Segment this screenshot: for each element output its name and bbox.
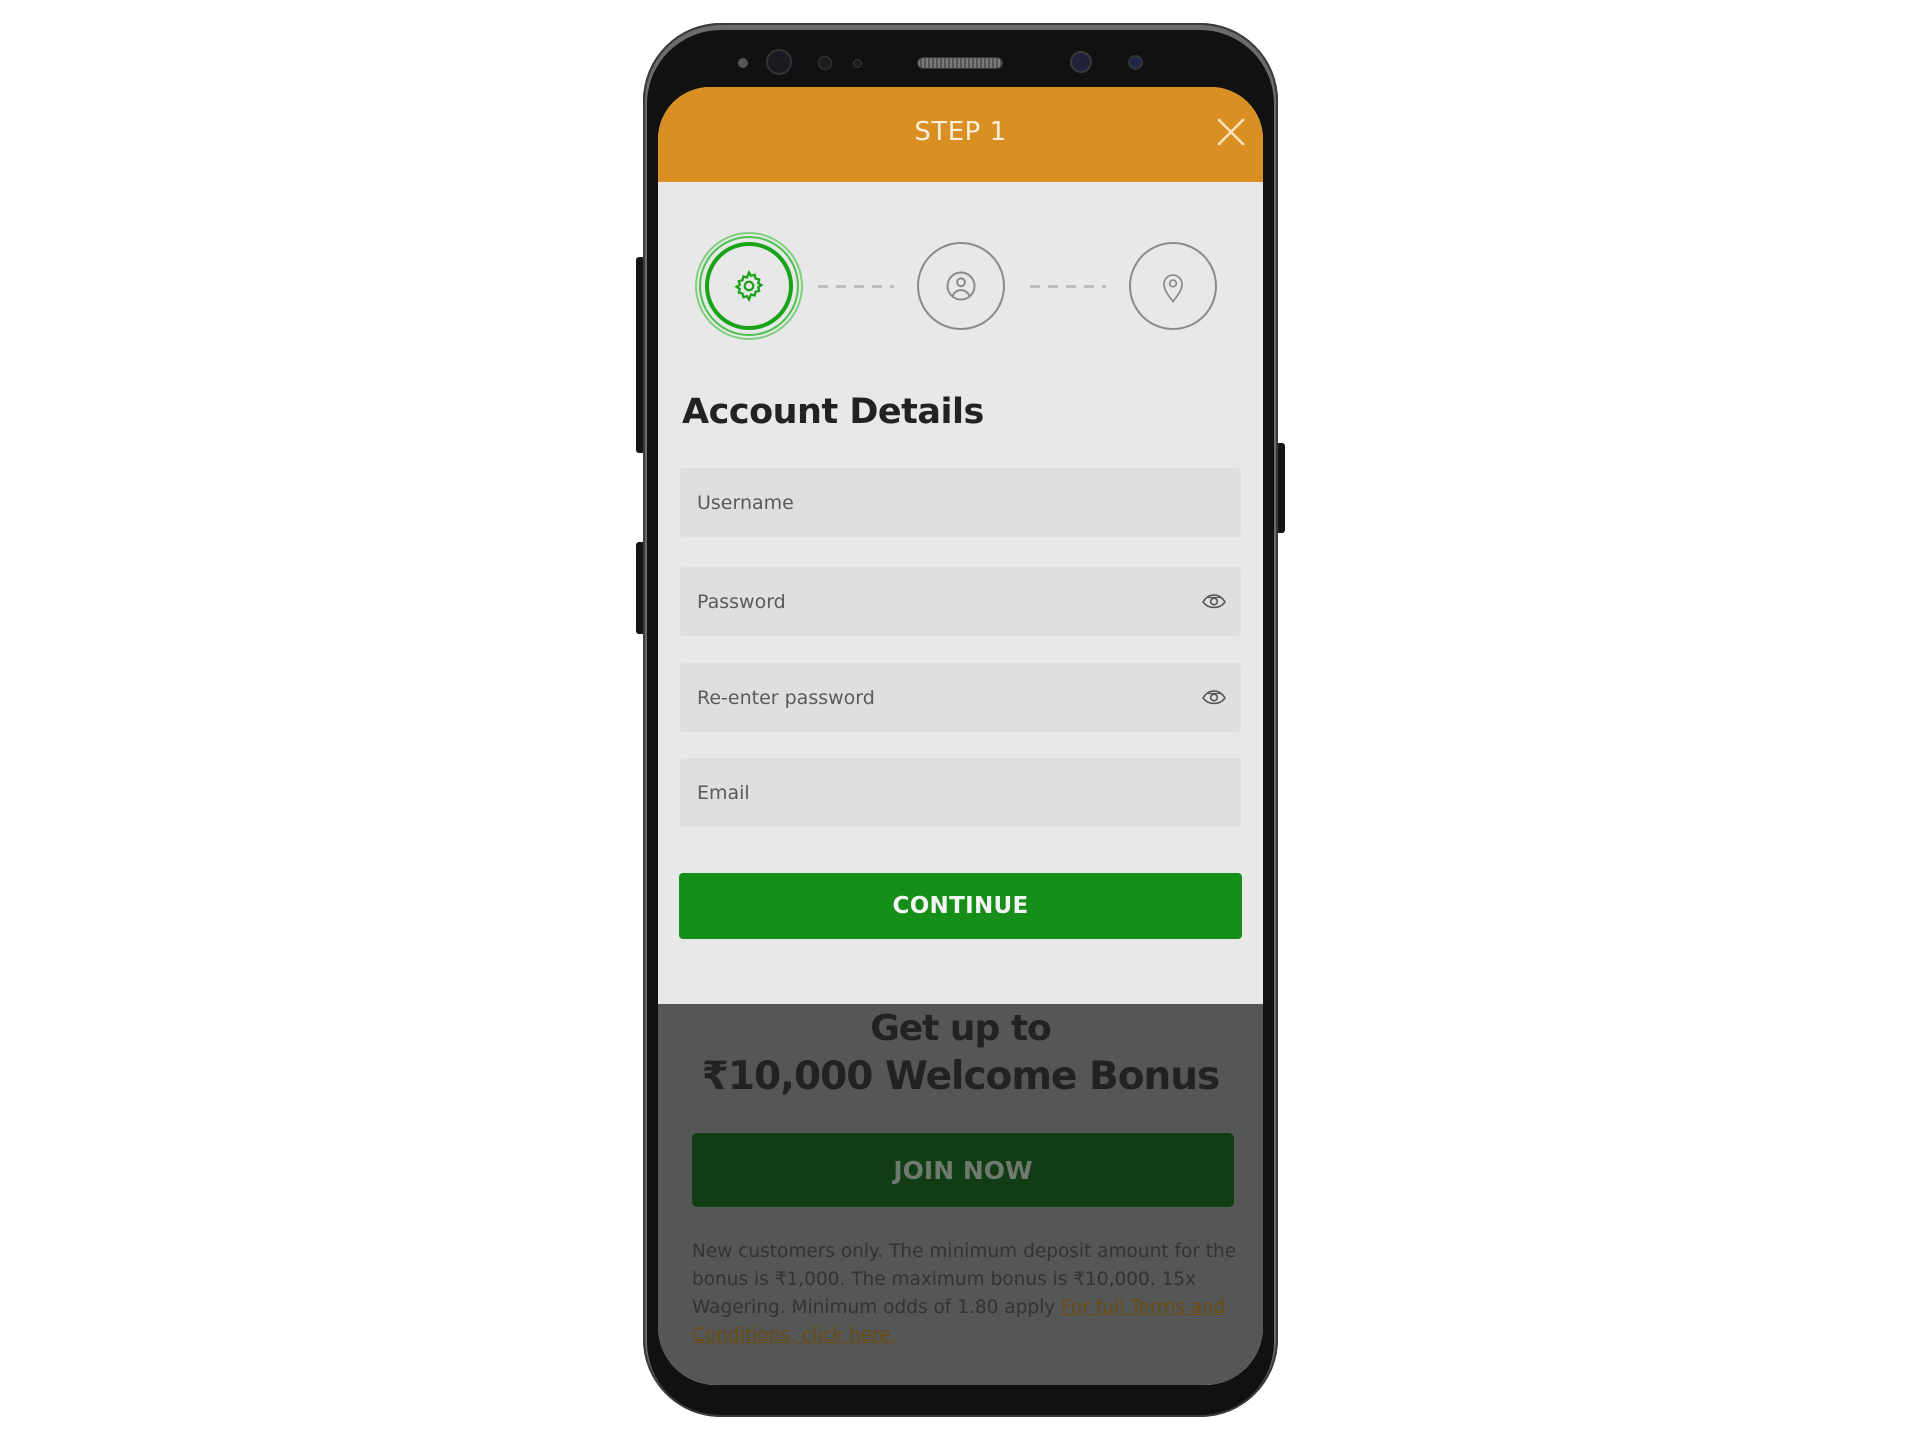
step-title: STEP 1 <box>914 117 1007 147</box>
terms-text: New customers only. The minimum deposit … <box>692 1238 1237 1350</box>
step-connector-1 <box>818 285 894 288</box>
secondary-camera <box>1130 57 1141 68</box>
username-input[interactable] <box>680 468 1241 537</box>
progress-stepper <box>658 182 1263 332</box>
promo-overlay: Get up to ₹10,000 Welcome Bonus JOIN NOW… <box>658 1004 1263 1385</box>
iris-sensor <box>768 51 790 73</box>
close-icon <box>1217 118 1245 146</box>
eye-icon[interactable] <box>1201 589 1227 613</box>
earpiece-speaker <box>918 58 1002 68</box>
reenter-password-input[interactable] <box>680 663 1241 732</box>
led-indicator <box>854 60 861 67</box>
promo-headline: Get up to <box>870 1008 1052 1049</box>
section-title: Account Details <box>682 392 984 432</box>
location-pin-icon <box>1163 274 1183 303</box>
email-input[interactable] <box>680 758 1241 827</box>
password-field <box>680 567 1241 636</box>
username-field <box>680 468 1241 537</box>
light-sensor <box>819 57 831 69</box>
promo-bonus-amount: ₹10,000 Welcome Bonus <box>701 1054 1221 1099</box>
proximity-sensor <box>738 58 748 68</box>
email-field <box>680 758 1241 827</box>
join-now-button[interactable]: JOIN NOW <box>692 1133 1234 1207</box>
password-input[interactable] <box>680 567 1241 636</box>
close-button[interactable] <box>1213 114 1249 150</box>
reenter-password-field <box>680 663 1241 732</box>
phone-screen: STEP 1 Account Details Username Email CO… <box>658 87 1263 1385</box>
gear-icon <box>734 270 764 302</box>
step-1-account <box>705 242 793 330</box>
front-camera <box>1072 53 1090 71</box>
modal-header: STEP 1 <box>658 87 1263 182</box>
continue-button[interactable]: CONTINUE <box>679 873 1242 939</box>
user-circle-icon <box>946 271 976 301</box>
step-connector-2 <box>1030 285 1106 288</box>
step-2-personal <box>917 242 1005 330</box>
eye-icon[interactable] <box>1201 685 1227 709</box>
step-3-address <box>1129 242 1217 330</box>
